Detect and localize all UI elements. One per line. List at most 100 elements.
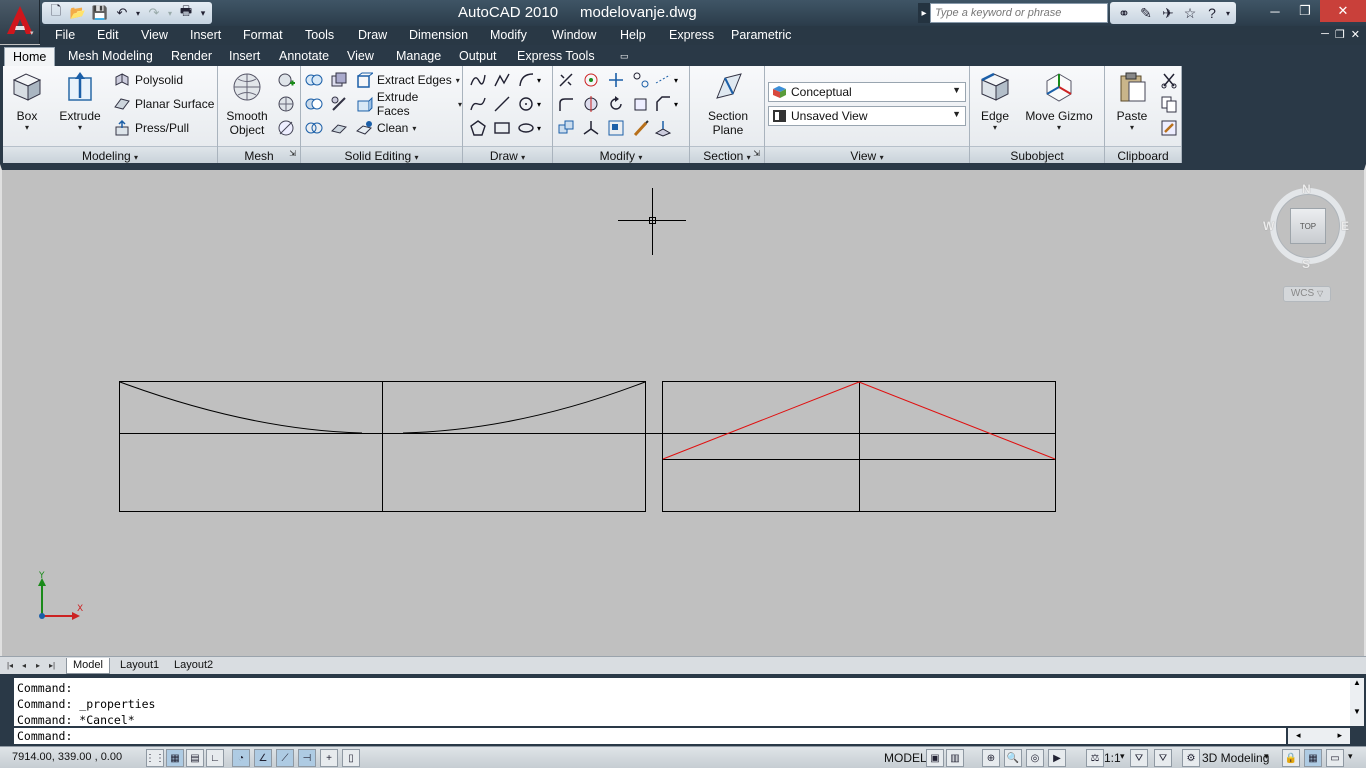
annotation-scale-icon[interactable]: ⚖ <box>1086 749 1104 767</box>
annotation-visibility-icon[interactable]: ⛛ <box>1130 749 1148 767</box>
command-hscrollbar[interactable]: ◂ ▸ <box>1288 728 1350 744</box>
tab-output[interactable]: Output <box>459 49 497 63</box>
copy-icon[interactable] <box>1159 94 1179 114</box>
match-properties-icon[interactable] <box>631 118 651 138</box>
extract-edges-dropdown-icon[interactable]: ▾ <box>456 76 460 85</box>
menu-dimension[interactable]: Dimension <box>409 28 468 42</box>
application-status-menu-icon[interactable]: ▾ <box>1348 751 1353 762</box>
layout-tab-layout1[interactable]: Layout1 <box>114 658 165 674</box>
menu-view[interactable]: View <box>141 28 168 42</box>
next-layout-icon[interactable]: ▸ <box>33 660 43 671</box>
first-layout-icon[interactable]: |◂ <box>5 660 15 671</box>
dialog-launcher-icon[interactable]: ⇲ <box>289 149 296 158</box>
chevron-down-icon[interactable]: ▾ <box>1120 751 1125 762</box>
communication-center-icon[interactable]: ✎ <box>1136 3 1156 23</box>
steeringwheel-icon[interactable]: ⊕ <box>982 749 1000 767</box>
box-dropdown-icon[interactable]: ▾ <box>7 123 47 132</box>
workspace-switching-icon[interactable]: ⚙ <box>1182 749 1200 767</box>
tab-annotate[interactable]: Annotate <box>279 49 329 63</box>
tab-insert[interactable]: Insert <box>229 49 260 63</box>
hardware-acceleration-icon[interactable]: ▦ <box>1304 749 1322 767</box>
undo-icon[interactable]: ↶ <box>112 3 132 23</box>
explode-icon[interactable] <box>556 70 576 90</box>
interfere-icon[interactable] <box>329 70 349 90</box>
grid-display-icon[interactable]: ▤ <box>186 749 204 767</box>
planar-surface-button[interactable]: Planar Surface <box>113 94 214 114</box>
chevron-down-icon[interactable]: ▾ <box>1264 751 1269 762</box>
scroll-up-icon[interactable]: ▲ <box>1350 678 1364 687</box>
fillet-edge-icon[interactable] <box>556 94 576 114</box>
stretch-icon[interactable] <box>631 94 651 114</box>
search-expand-icon[interactable]: ▸ <box>918 3 930 23</box>
ellipse-icon[interactable] <box>516 118 536 138</box>
favorites-star-icon[interactable]: ☆ <box>1180 3 1200 23</box>
tab-express-tools[interactable]: Express Tools <box>517 49 595 63</box>
menu-help[interactable]: Help <box>620 28 646 42</box>
panel-subobject-title[interactable]: Subobject <box>970 146 1104 163</box>
panel-section-title[interactable]: Section ▾ ⇲ <box>690 146 764 163</box>
drawing-canvas[interactable]: Y X <box>0 164 1366 656</box>
object-snap-icon[interactable]: ∠ <box>254 749 272 767</box>
redo-icon[interactable]: ↷ <box>144 3 164 23</box>
dialog-launcher-icon[interactable]: ⇲ <box>753 149 760 158</box>
subscription-center-icon[interactable]: ✈ <box>1158 3 1178 23</box>
dynamic-input-icon[interactable]: ▯ <box>342 749 360 767</box>
ellipse-dropdown-icon[interactable]: ▾ <box>534 118 544 138</box>
ortho-mode-icon[interactable]: ∟ <box>206 749 224 767</box>
chamfer-dropdown-icon[interactable]: ▾ <box>671 94 681 114</box>
tab-render[interactable]: Render <box>171 49 212 63</box>
last-layout-icon[interactable]: ▸| <box>47 660 57 671</box>
save-icon[interactable]: 💾 <box>90 3 110 23</box>
mesh-primitive-icon[interactable] <box>276 70 296 90</box>
edge-button[interactable]: Edge ▾ <box>975 70 1015 132</box>
layout-tab-layout2[interactable]: Layout2 <box>168 658 219 674</box>
panel-solid-editing-title[interactable]: Solid Editing ▾ <box>301 146 462 163</box>
arc-dropdown-icon[interactable]: ▾ <box>534 70 544 90</box>
tab-home[interactable]: Home <box>4 47 56 66</box>
section-plane-button[interactable]: Section Plane <box>698 70 758 137</box>
panel-view-title[interactable]: View ▾ <box>765 146 969 163</box>
infer-constraints-icon[interactable]: ⋮⋮ <box>145 749 165 767</box>
edge-dropdown-icon[interactable]: ▾ <box>975 123 1015 132</box>
menu-draw[interactable]: Draw <box>358 28 387 42</box>
new-file-icon[interactable]: 🗋 <box>46 3 66 23</box>
panel-clipboard-title[interactable]: Clipboard <box>1105 146 1181 163</box>
box-button[interactable]: Box ▾ <box>7 70 47 132</box>
3d-align-icon[interactable] <box>631 70 651 90</box>
move-gizmo-button[interactable]: Move Gizmo ▾ <box>1024 70 1094 132</box>
match-properties-clipboard-icon[interactable] <box>1159 118 1179 138</box>
panel-draw-title[interactable]: Draw ▾ <box>463 146 552 163</box>
copy-objects-icon[interactable] <box>556 118 576 138</box>
command-history-scrollbar[interactable]: ▲ ▼ <box>1350 678 1364 726</box>
binoculars-search-icon[interactable]: ⚭ <box>1114 3 1134 23</box>
command-input[interactable]: Command: <box>14 728 1286 744</box>
menu-express[interactable]: Express <box>669 28 714 42</box>
clean-button[interactable]: Clean ▾ <box>355 118 416 138</box>
chamfer-icon[interactable] <box>653 94 673 114</box>
3d-scale-icon[interactable] <box>581 118 601 138</box>
visual-style-select[interactable]: Conceptual ▼ <box>768 82 966 102</box>
presspull-modify-icon[interactable] <box>653 118 673 138</box>
compass-north[interactable]: N <box>1302 182 1311 196</box>
smooth-object-button[interactable]: Smooth Object <box>224 70 270 137</box>
ribbon-minimize-icon[interactable]: ▭ <box>620 51 629 62</box>
polygon-icon[interactable] <box>468 118 488 138</box>
polar-tracking-icon[interactable]: ◔ <box>232 749 250 767</box>
extrude-dropdown-icon[interactable]: ▾ <box>57 123 103 132</box>
menu-parametric[interactable]: Parametric <box>731 28 791 42</box>
paste-dropdown-icon[interactable]: ▾ <box>1111 123 1153 132</box>
menu-window[interactable]: Window <box>552 28 596 42</box>
menu-format[interactable]: Format <box>243 28 283 42</box>
tab-manage[interactable]: Manage <box>396 49 441 63</box>
restore-icon[interactable]: ❐ <box>1290 0 1320 22</box>
extrude-faces-dropdown-icon[interactable]: ▾ <box>458 100 462 109</box>
press-pull-button[interactable]: Press/Pull <box>113 118 189 138</box>
coordinate-readout[interactable]: 7914.00, 339.00 , 0.00 <box>12 751 122 763</box>
3d-move-icon[interactable] <box>606 70 626 90</box>
help-dropdown-icon[interactable]: ▾ <box>1224 3 1232 23</box>
scroll-down-icon[interactable]: ▼ <box>1350 707 1364 716</box>
line-icon[interactable] <box>492 94 512 114</box>
menu-edit[interactable]: Edit <box>97 28 119 42</box>
3d-mirror-icon[interactable] <box>581 94 601 114</box>
named-view-select[interactable]: Unsaved View ▼ <box>768 106 966 126</box>
